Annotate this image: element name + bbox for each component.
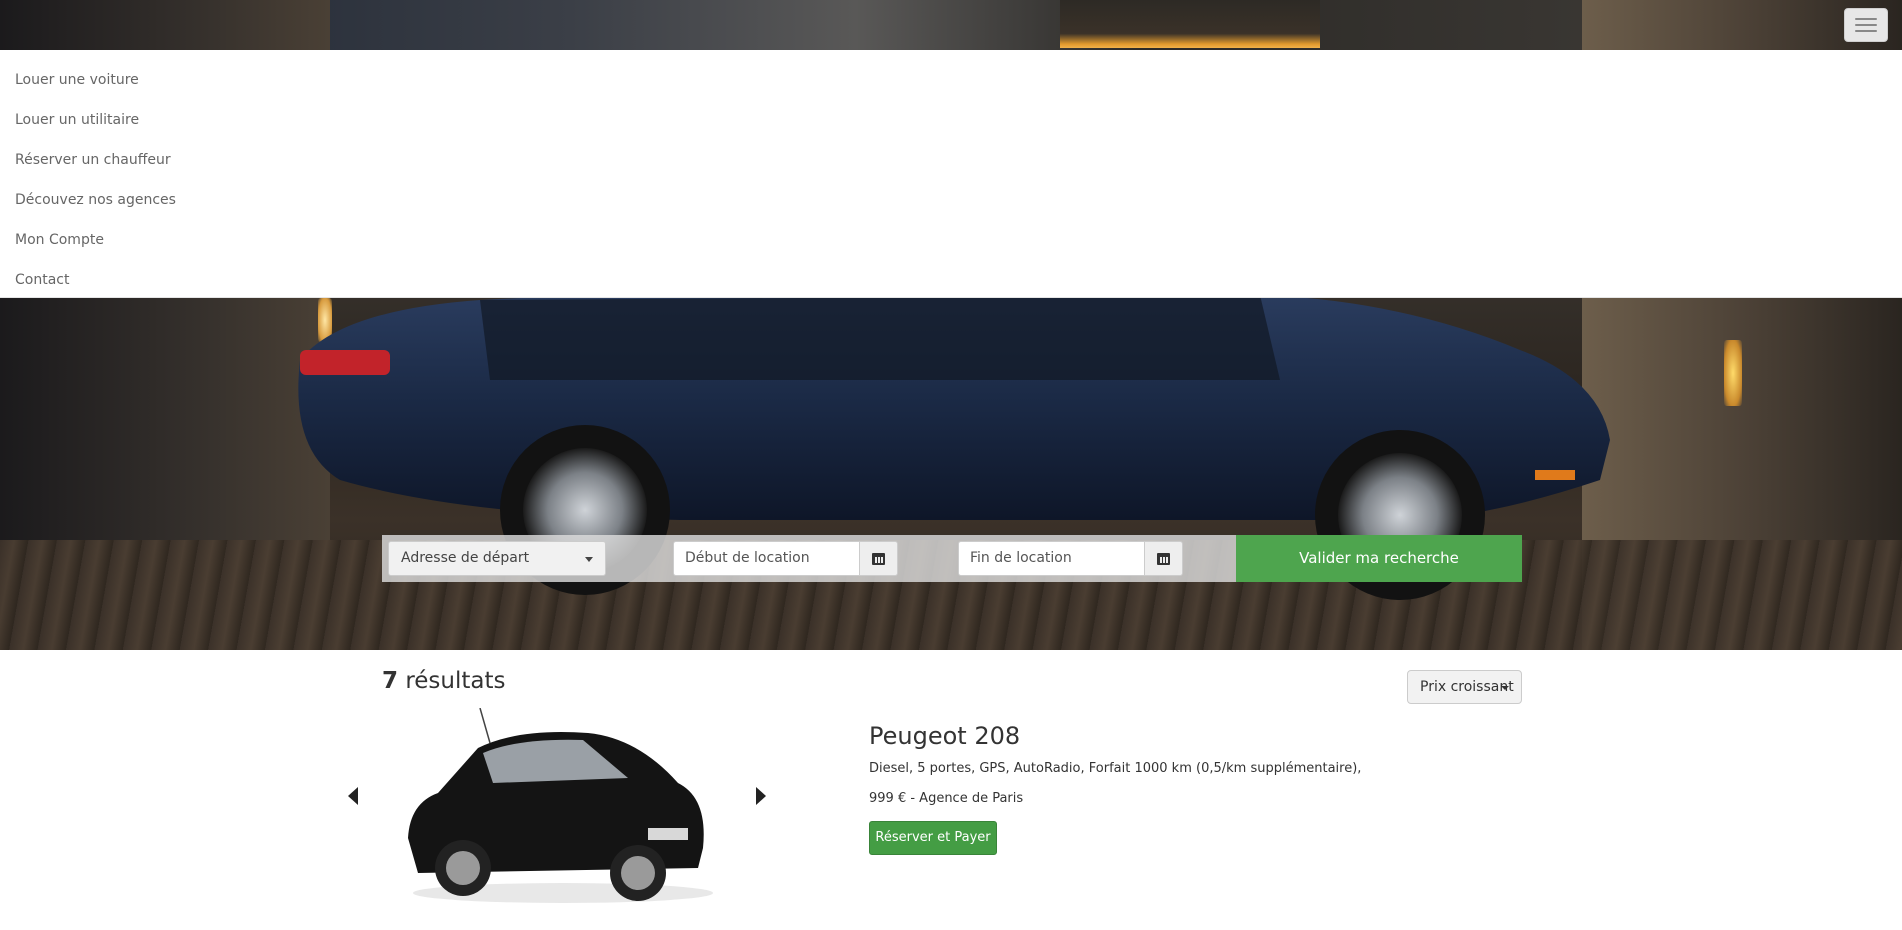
hamburger-icon bbox=[1855, 18, 1877, 20]
end-date-calendar-button[interactable] bbox=[1144, 541, 1183, 576]
hero-doorway bbox=[1060, 0, 1320, 48]
main-menu: Louer une voiture Louer un utilitaire Ré… bbox=[0, 50, 1902, 298]
carousel-prev-arrow-icon[interactable] bbox=[348, 787, 358, 805]
departure-select[interactable]: Adresse de départ bbox=[388, 541, 606, 576]
departure-select-label: Adresse de départ bbox=[401, 550, 530, 566]
search-bar: Adresse de départ Début de location Fin … bbox=[382, 535, 1522, 582]
sort-dropdown-button[interactable]: Prix croissant bbox=[1407, 670, 1522, 704]
menu-item-agences[interactable]: Découvez nos agences bbox=[0, 180, 1902, 220]
sort-dropdown-label: Prix croissant bbox=[1420, 679, 1514, 695]
book-and-pay-button[interactable]: Réserver et Payer bbox=[869, 821, 997, 855]
caret-down-icon bbox=[585, 557, 593, 562]
listing-price: 999 € - Agence de Paris bbox=[869, 791, 1024, 806]
menu-item-louer-voiture[interactable]: Louer une voiture bbox=[0, 60, 1902, 100]
end-date-input[interactable]: Fin de location bbox=[958, 541, 1144, 576]
menu-item-contact[interactable]: Contact bbox=[0, 260, 1902, 300]
menu-item-louer-utilitaire[interactable]: Louer un utilitaire bbox=[0, 100, 1902, 140]
end-date-group: Fin de location bbox=[958, 541, 1183, 576]
results-count-number: 7 bbox=[382, 668, 399, 694]
car-thumbnail-image bbox=[408, 708, 713, 903]
results-count: 7 résultats bbox=[382, 668, 506, 694]
caret-down-icon bbox=[1501, 686, 1509, 690]
start-date-input[interactable]: Début de location bbox=[673, 541, 859, 576]
hamburger-icon-bar bbox=[1855, 30, 1877, 32]
menu-item-mon-compte[interactable]: Mon Compte bbox=[0, 220, 1902, 260]
hamburger-icon-bar bbox=[1855, 24, 1877, 26]
calendar-icon bbox=[872, 552, 885, 565]
navbar-toggle-button[interactable] bbox=[1844, 8, 1888, 42]
results-count-suffix: résultats bbox=[398, 668, 506, 694]
carousel-next-arrow-icon[interactable] bbox=[756, 787, 766, 805]
hero-lamp-right bbox=[1724, 340, 1742, 406]
listing-title: Peugeot 208 bbox=[869, 722, 1021, 750]
start-date-calendar-button[interactable] bbox=[859, 541, 898, 576]
listing-description: Diesel, 5 portes, GPS, AutoRadio, Forfai… bbox=[869, 761, 1362, 776]
menu-item-reserver-chauffeur[interactable]: Réserver un chauffeur bbox=[0, 140, 1902, 180]
calendar-icon bbox=[1157, 552, 1170, 565]
start-date-group: Début de location bbox=[673, 541, 898, 576]
submit-search-button[interactable]: Valider ma recherche bbox=[1236, 535, 1522, 582]
